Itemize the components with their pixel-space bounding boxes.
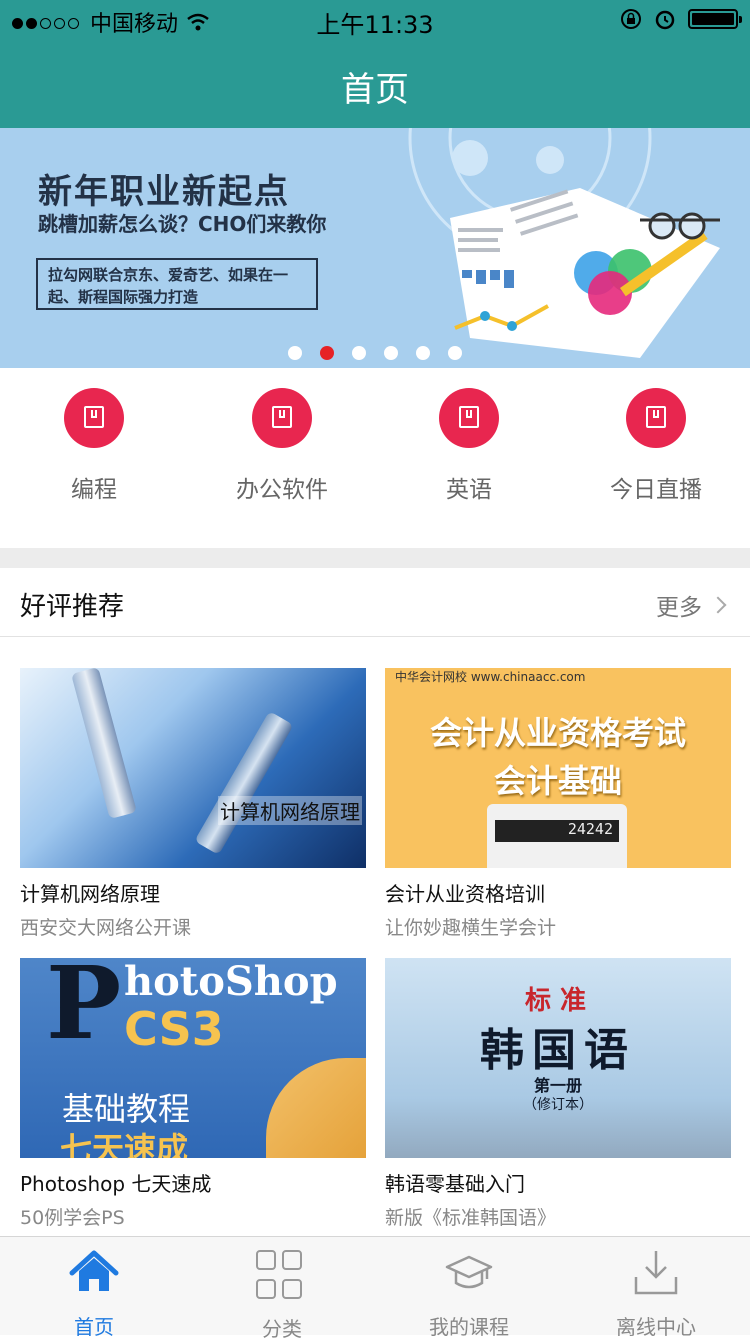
thumbnail-text: （修订本） (523, 1097, 593, 1113)
thumbnail-text: 第一册 (533, 1076, 582, 1095)
tab-home[interactable]: 首页 (0, 1247, 188, 1340)
course-title: 计算机网络原理 (20, 882, 160, 906)
section-divider (0, 548, 750, 568)
pager-dot[interactable] (448, 346, 462, 360)
course-subtitle: 西安交大网络公开课 (20, 917, 192, 939)
category-label: 办公软件 (236, 477, 328, 503)
tab-label: 离线中心 (616, 1315, 696, 1339)
bookmark-icon (626, 388, 686, 448)
bookmark-icon (64, 388, 124, 448)
banner-pager[interactable] (0, 346, 750, 360)
tab-label: 我的课程 (429, 1315, 509, 1339)
calculator-display: 24242 (495, 820, 619, 842)
bookmark-icon (252, 388, 312, 448)
thumbnail-text: 韩国语 (480, 1025, 636, 1076)
thumbnail-text: 会计基础 (493, 762, 622, 800)
course-title: Photoshop 七天速成 (20, 1172, 212, 1196)
course-thumbnail: P hotoShop CS3 基础教程 七天速成 (20, 958, 366, 1158)
bookmark-icon (439, 388, 499, 448)
pager-dot[interactable] (416, 346, 430, 360)
thumbnail-text: P (46, 958, 122, 1062)
category-label: 英语 (446, 477, 492, 503)
home-icon (69, 1250, 119, 1291)
thumbnail-text: 标 准 (525, 986, 587, 1016)
category-live-today[interactable]: 今日直播 (562, 388, 750, 504)
course-title: 韩语零基础入门 (385, 1172, 525, 1196)
tab-label: 首页 (74, 1315, 114, 1339)
tab-offline-center[interactable]: 离线中心 (562, 1247, 750, 1340)
course-subtitle: 50例学会PS (20, 1207, 125, 1229)
thumbnail-text: 会计从业资格考试 (429, 714, 686, 752)
navigation-bar: 首页 (0, 40, 750, 128)
thumbnail-text: hotoShop (124, 958, 338, 1005)
course-subtitle: 新版《标准韩国语》 (385, 1207, 557, 1229)
category-office-software[interactable]: 办公软件 (188, 388, 376, 504)
pager-dot[interactable] (320, 346, 334, 360)
status-bar: 中国移动 上午11:33 (0, 0, 750, 40)
calculator-graphic: 24242 (487, 804, 627, 868)
banner-headline: 新年职业新起点 (38, 172, 290, 212)
more-label: 更多 (656, 595, 702, 621)
course-title: 会计从业资格培训 (385, 882, 545, 906)
course-card[interactable]: P hotoShop CS3 基础教程 七天速成 Photoshop 七天速成 … (20, 958, 366, 1230)
pager-dot[interactable] (288, 346, 302, 360)
banner-box-text: 拉勾网联合京东、爱奇艺、如果在一起、斯程国际强力打造 (36, 258, 318, 310)
course-thumbnail: 计算机网络原理 (20, 668, 366, 868)
pager-dot[interactable] (352, 346, 366, 360)
thumbnail-logo-text: 中华会计网校 www.chinaacc.com (395, 670, 586, 684)
promo-banner[interactable]: 新年职业新起点 跳槽加薪怎么谈？CHO们来教你 拉勾网联合京东、爱奇艺、如果在一… (0, 128, 750, 368)
course-card[interactable]: 标 准 韩国语 第一册 （修订本） 韩语零基础入门 新版《标准韩国语》 (385, 958, 731, 1230)
course-subtitle: 让你妙趣横生学会计 (385, 917, 557, 939)
rotation-lock-icon (621, 9, 641, 29)
category-programming[interactable]: 编程 (0, 388, 188, 504)
pager-dot[interactable] (384, 346, 398, 360)
tab-bar: 首页 分类 我的课程 离线中心 (0, 1236, 750, 1341)
thumbnail-text: CS3 (124, 1002, 224, 1056)
course-card[interactable]: 中华会计网校 www.chinaacc.com 会计从业资格考试 会计基础 24… (385, 668, 731, 940)
section-title: 好评推荐 (20, 592, 125, 622)
download-icon (634, 1251, 678, 1295)
grid-icon (254, 1247, 310, 1305)
alarm-icon (655, 10, 675, 30)
more-link[interactable]: 更多 (656, 588, 727, 622)
course-card[interactable]: 计算机网络原理 计算机网络原理 西安交大网络公开课 (20, 668, 366, 940)
chevron-right-icon (709, 596, 727, 614)
thumbnail-text: 七天速成 (60, 1130, 189, 1158)
tab-label: 分类 (262, 1317, 302, 1341)
course-thumbnail: 标 准 韩国语 第一册 （修订本） (385, 958, 731, 1158)
thumbnail-text: 计算机网络原理 (218, 796, 362, 825)
category-label: 今日直播 (610, 477, 702, 503)
graduation-cap-icon (445, 1255, 493, 1289)
tab-my-courses[interactable]: 我的课程 (375, 1247, 563, 1340)
category-row: 编程 办公软件 英语 今日直播 (0, 368, 750, 548)
section-header: 好评推荐 更多 (0, 568, 750, 637)
course-thumbnail: 中华会计网校 www.chinaacc.com 会计从业资格考试 会计基础 24… (385, 668, 731, 868)
tab-category[interactable]: 分类 (188, 1247, 376, 1342)
page-title: 首页 (341, 70, 409, 110)
battery-icon (688, 9, 742, 29)
category-label: 编程 (71, 477, 117, 503)
banner-subhead: 跳槽加薪怎么谈？CHO们来教你 (38, 212, 327, 236)
category-english[interactable]: 英语 (375, 388, 563, 504)
